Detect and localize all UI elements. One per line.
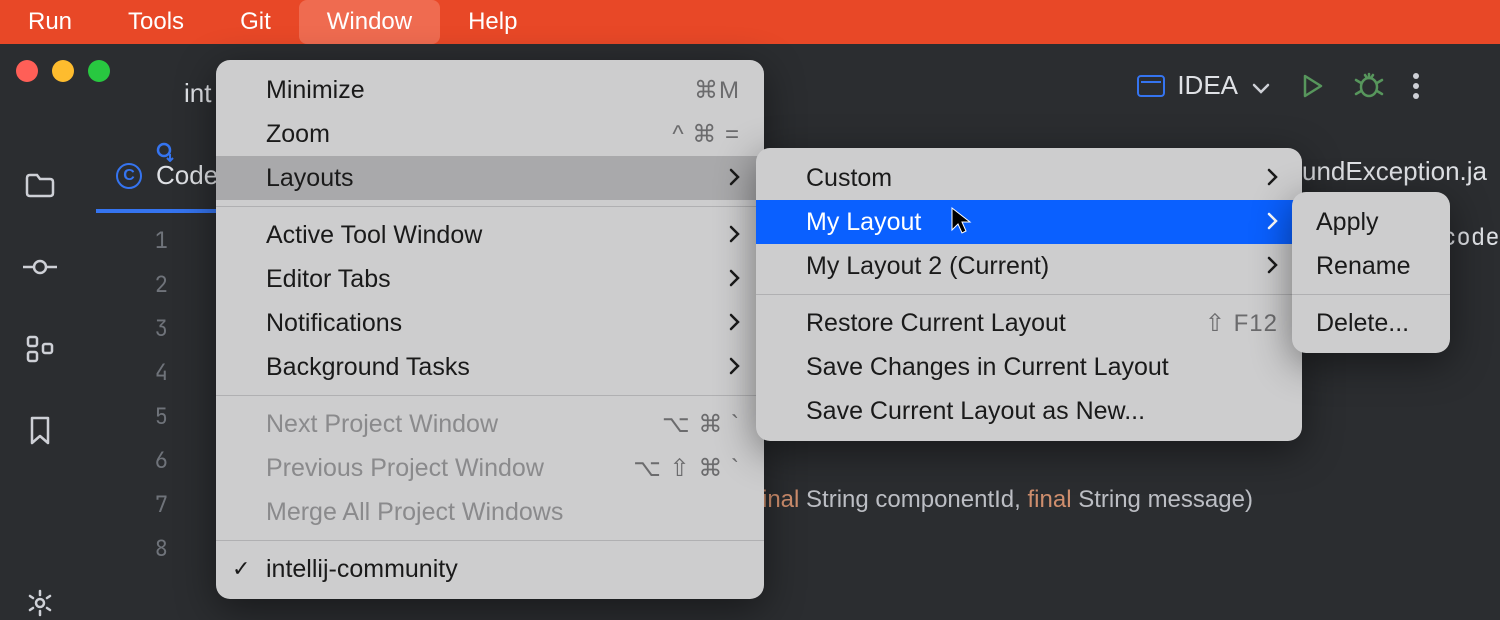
structure-tool-icon[interactable] [23,332,57,366]
line-number: 1 [96,218,186,262]
build-tool-icon[interactable] [23,586,57,620]
code-text: String componentId, [799,486,1027,513]
keyword: final [1028,486,1072,513]
menu-item-notifications[interactable]: Notifications [216,301,764,345]
menu-git[interactable]: Git [212,0,299,44]
menu-item-save-changes-layout[interactable]: Save Changes in Current Layout [756,345,1302,389]
gutter-implements-icon[interactable] [156,142,176,167]
chevron-down-icon [1252,70,1270,101]
menu-item-restore-layout[interactable]: Restore Current Layout⇧ F12 [756,301,1302,345]
menu-separator [216,206,764,207]
line-number: 5 [96,394,186,438]
menu-item-my-layout[interactable]: My Layout [756,200,1302,244]
code-fragment: code [1442,222,1500,253]
maximize-window-button[interactable] [88,60,110,82]
toolbar-right: IDEA [1137,70,1420,101]
chevron-right-icon [1266,164,1278,193]
editor-tab-fragment[interactable]: undException.ja [1302,156,1487,187]
window-controls [16,60,110,82]
menu-separator [756,294,1302,295]
chevron-right-icon [728,265,740,294]
run-config-icon [1137,75,1165,97]
menu-item-editor-tabs[interactable]: Editor Tabs [216,257,764,301]
bookmarks-tool-icon[interactable] [23,414,57,448]
line-number: 8 [96,526,186,570]
menu-separator [216,540,764,541]
menu-item-previous-project-window: Previous Project Window⌥ ⇧ ⌘ ` [216,446,764,490]
window-menu: Minimize⌘M Zoom^ ⌘ = Layouts Active Tool… [216,60,764,599]
menu-item-custom-layout[interactable]: Custom [756,156,1302,200]
chevron-right-icon [728,353,740,382]
editor-gutter: 1 2 3 4 5 6 7 8 [96,218,186,570]
run-configuration-selector[interactable]: IDEA [1137,70,1270,101]
menu-run[interactable]: Run [0,0,100,44]
menu-item-zoom[interactable]: Zoom^ ⌘ = [216,112,764,156]
chevron-right-icon [1266,252,1278,281]
menu-tools[interactable]: Tools [100,0,212,44]
menu-item-save-layout-as-new[interactable]: Save Current Layout as New... [756,389,1302,433]
menu-separator [216,395,764,396]
minimize-window-button[interactable] [52,60,74,82]
more-actions-button[interactable] [1412,71,1420,101]
line-number: 7 [96,482,186,526]
commit-tool-icon[interactable] [23,250,57,284]
close-window-button[interactable] [16,60,38,82]
menu-item-background-tasks[interactable]: Background Tasks [216,345,764,389]
window-title-fragment: int [184,78,211,109]
keyword: inal [762,486,799,513]
line-number: 6 [96,438,186,482]
menu-item-merge-project-windows: Merge All Project Windows [216,490,764,534]
line-number: 4 [96,350,186,394]
menu-window[interactable]: Window [299,0,440,44]
menu-item-project[interactable]: ✓ intellij-community [216,547,764,591]
chevron-right-icon [1266,208,1278,237]
menubar: Run Tools Git Window Help [0,0,1500,44]
run-button[interactable] [1298,72,1326,100]
layouts-submenu: Custom My Layout My Layout 2 (Current) R… [756,148,1302,441]
project-tool-icon[interactable] [23,168,57,202]
menu-separator [1292,294,1450,295]
chevron-right-icon [728,221,740,250]
line-number: 2 [96,262,186,306]
code-text: String message) [1072,486,1253,513]
checkmark-icon: ✓ [232,556,250,582]
menu-item-active-tool-window[interactable]: Active Tool Window [216,213,764,257]
menu-item-apply-layout[interactable]: Apply [1292,200,1450,244]
menu-item-rename-layout[interactable]: Rename [1292,244,1450,288]
menu-item-my-layout-2[interactable]: My Layout 2 (Current) [756,244,1302,288]
menu-item-next-project-window: Next Project Window⌥ ⌘ ` [216,402,764,446]
menu-item-minimize[interactable]: Minimize⌘M [216,68,764,112]
menu-item-delete-layout[interactable]: Delete... [1292,301,1450,345]
class-file-icon: C [116,163,142,189]
debug-button[interactable] [1354,71,1384,101]
line-number: 3 [96,306,186,350]
left-sidebar [0,132,80,600]
menu-help[interactable]: Help [440,0,545,44]
my-layout-submenu: Apply Rename Delete... [1292,192,1450,353]
run-config-label: IDEA [1177,70,1238,101]
editor-code-line[interactable]: inal String componentId, final String me… [762,484,1253,515]
chevron-right-icon [728,309,740,338]
menu-item-layouts[interactable]: Layouts [216,156,764,200]
chevron-right-icon [728,164,740,193]
